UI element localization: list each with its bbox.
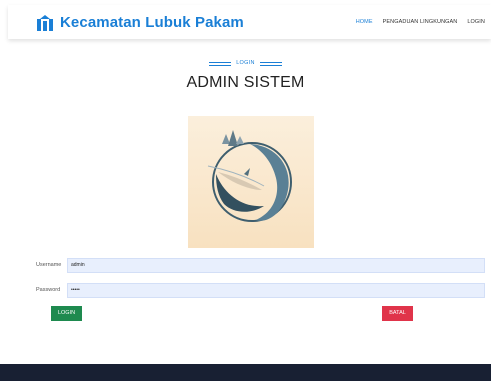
section-label-text: LOGIN: [236, 60, 255, 66]
username-input[interactable]: [67, 257, 485, 273]
username-label: Username: [36, 262, 62, 268]
password-row: Password: [36, 282, 485, 298]
main-nav: HOME PENGADUAN LINGKUNGAN LOGIN: [356, 19, 485, 25]
section-label: LOGIN: [0, 60, 491, 67]
cancel-button[interactable]: BATAL: [382, 306, 413, 321]
username-row: Username: [36, 257, 485, 273]
password-label: Password: [36, 287, 61, 293]
page-title: ADMIN SISTEM: [186, 74, 305, 91]
divider-left: [209, 62, 232, 67]
nav-home[interactable]: HOME: [356, 19, 373, 25]
logo-graphic: [207, 130, 292, 222]
nav-login[interactable]: LOGIN: [467, 19, 485, 25]
building-icon: [37, 14, 53, 31]
password-input[interactable]: [67, 282, 485, 298]
top-navbar: Kecamatan Lubuk Pakam HOME PENGADUAN LIN…: [8, 5, 491, 39]
brand-name: Kecamatan Lubuk Pakam: [60, 14, 244, 31]
footer: [0, 364, 491, 381]
brand[interactable]: Kecamatan Lubuk Pakam: [36, 14, 244, 31]
logo-image: [188, 116, 314, 248]
login-button[interactable]: LOGIN: [51, 306, 82, 321]
divider-right: [259, 62, 282, 67]
nav-pengaduan-lingkungan[interactable]: PENGADUAN LINGKUNGAN: [383, 19, 458, 25]
